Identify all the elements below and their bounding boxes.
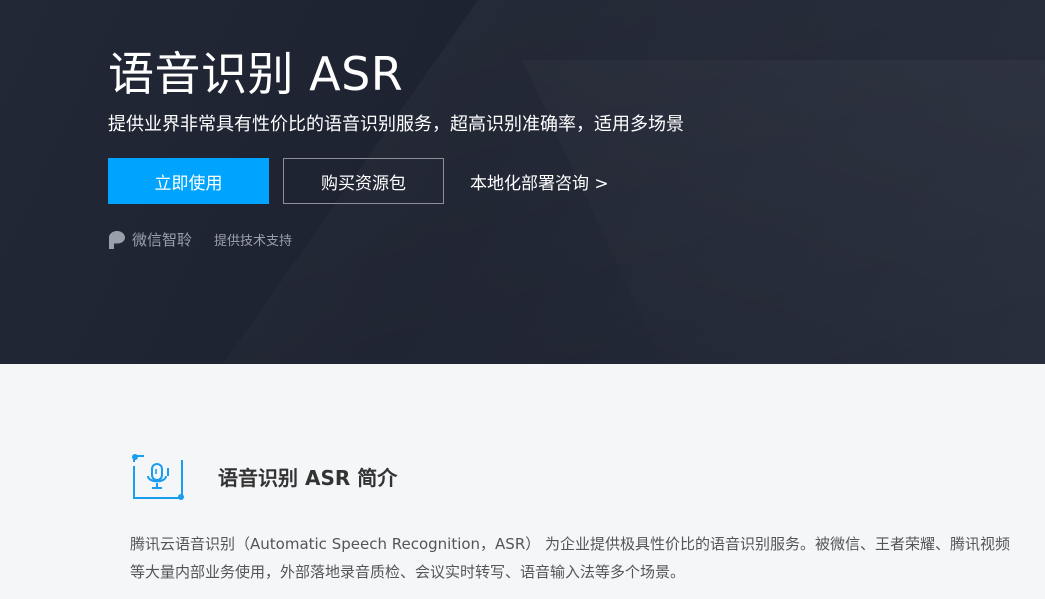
partner-note: 提供技术支持: [214, 234, 293, 249]
intro-description: 腾讯云语音识别（Automatic Speech Recognition，ASR…: [130, 535, 1011, 581]
use-now-button[interactable]: 立即使用: [108, 158, 269, 204]
hero-banner: 语音识别 ASR 提供业界非常具有性价比的语音识别服务，超高识别准确率，适用多场…: [0, 0, 1045, 364]
hero-subtitle: 提供业界非常具有性价比的语音识别服务，超高识别准确率，适用多场景: [108, 114, 684, 135]
page-title: 语音识别 ASR: [108, 47, 404, 101]
wechat-zhiling-logo-icon: [108, 230, 126, 250]
partner-name: 微信智聆: [132, 231, 193, 249]
intro-title: 语音识别 ASR 简介: [218, 466, 398, 490]
microphone-icon: [130, 452, 186, 502]
local-deploy-consult-link[interactable]: 本地化部署咨询 >: [470, 158, 609, 204]
tech-support-partner: 微信智聆 提供技术支持: [108, 229, 292, 250]
buy-package-button[interactable]: 购买资源包: [283, 158, 444, 204]
